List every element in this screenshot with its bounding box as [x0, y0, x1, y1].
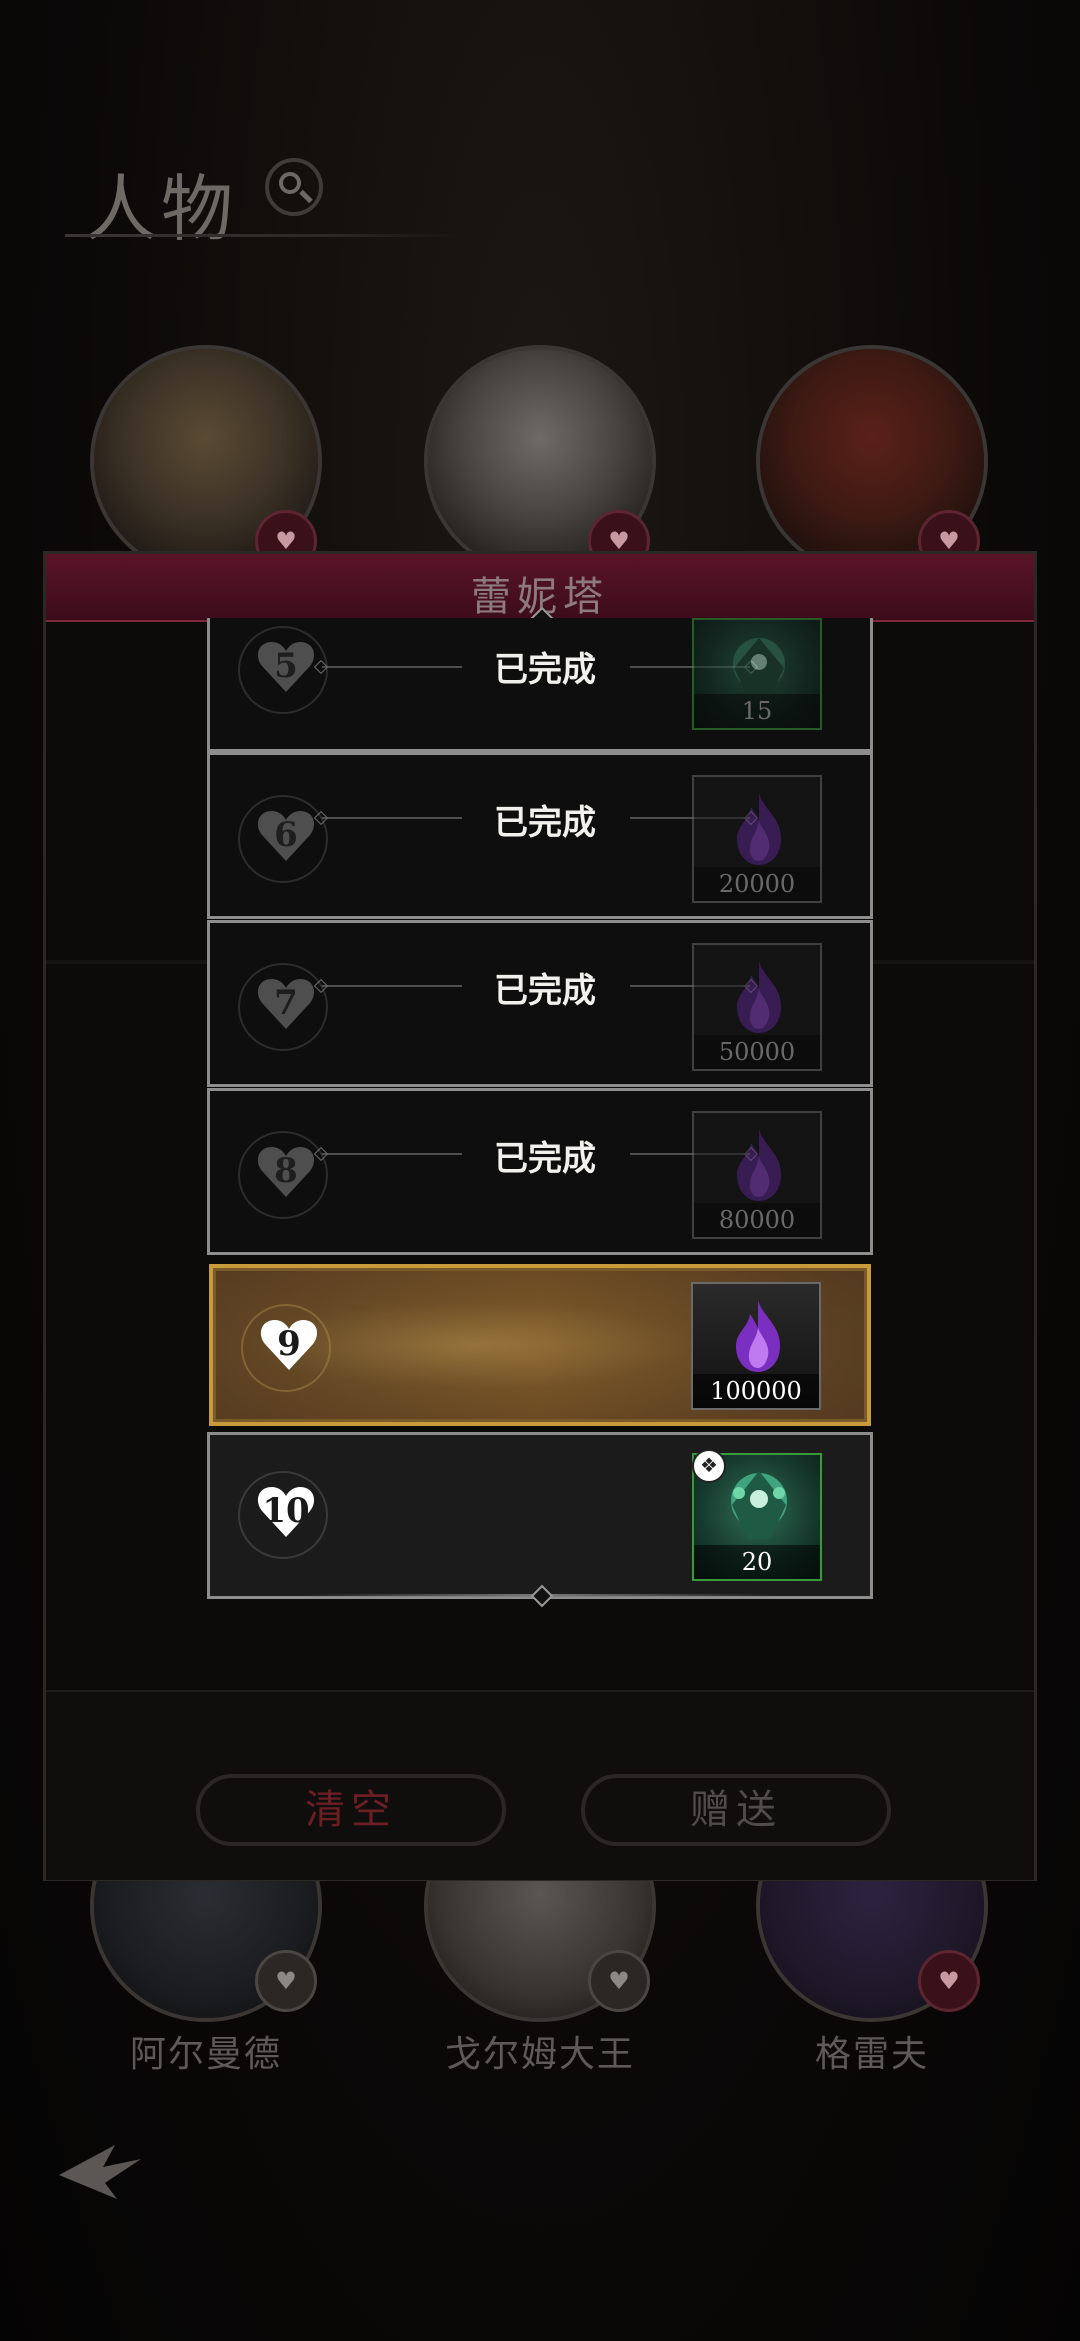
creature-icon: [714, 1463, 804, 1545]
level-number: 10: [262, 1491, 310, 1531]
affinity-badge: [255, 1950, 317, 2012]
back-arrow-icon[interactable]: [55, 2135, 145, 2205]
header-divider: [65, 234, 460, 237]
reward-quantity: 15: [694, 694, 820, 728]
level-emblem: 7: [230, 963, 338, 1051]
level-number: 7: [274, 983, 298, 1023]
page-header: 人物: [55, 140, 460, 251]
search-icon[interactable]: [265, 158, 323, 216]
reward-item[interactable]: 20000: [692, 775, 822, 903]
reward-item[interactable]: 15: [692, 618, 822, 730]
level-number: 6: [274, 815, 298, 855]
milestone-row-5[interactable]: 5 已完成 15: [207, 618, 873, 752]
milestone-row-7[interactable]: 7 已完成 50000: [207, 920, 873, 1087]
level-number: 5: [274, 646, 298, 686]
affinity-badge: [918, 1950, 980, 2012]
reward-quantity: 50000: [694, 1035, 820, 1069]
character-name: 戈尔姆大王: [444, 2034, 635, 2075]
reward-item[interactable]: 50000: [692, 943, 822, 1071]
level-emblem: 6: [230, 795, 338, 883]
character-name: 格雷夫: [814, 2034, 929, 2075]
connector-line: [322, 817, 462, 819]
reward-item[interactable]: 100000: [691, 1282, 821, 1410]
puzzle-tag-icon: ❖: [692, 1449, 726, 1483]
milestone-row-10[interactable]: 10 20 ❖: [207, 1432, 873, 1599]
status-text: 已完成: [494, 650, 596, 690]
status-text: 已完成: [494, 803, 596, 843]
milestone-row-9[interactable]: 9 100000: [209, 1264, 871, 1426]
connector-line: [322, 985, 462, 987]
connector-line: [322, 1153, 462, 1155]
character-name: 阿尔曼德: [129, 2034, 282, 2075]
gift-button[interactable]: 赠送: [581, 1774, 891, 1846]
level-number: 8: [274, 1151, 298, 1191]
soul-flame-icon: [729, 959, 789, 1035]
status-text: 已完成: [494, 1139, 596, 1179]
reward-item[interactable]: 80000: [692, 1111, 822, 1239]
level-emblem: 10: [230, 1471, 338, 1559]
level-emblem: 8: [230, 1131, 338, 1219]
soul-flame-icon: [728, 1298, 788, 1374]
reward-quantity: 80000: [694, 1203, 820, 1237]
reward-quantity: 20: [694, 1545, 820, 1579]
soul-flame-icon: [729, 1127, 789, 1203]
soul-flame-icon: [729, 791, 789, 867]
milestone-row-8[interactable]: 8 已完成 80000: [207, 1088, 873, 1255]
level-emblem: 9: [233, 1304, 341, 1392]
reward-quantity: 100000: [693, 1374, 819, 1408]
affinity-badge: [588, 1950, 650, 2012]
dialog-footer: 清空 赠送: [46, 1690, 1034, 1880]
milestone-row-6[interactable]: 6 已完成 20000: [207, 752, 873, 919]
status-text: 已完成: [494, 971, 596, 1011]
clear-button[interactable]: 清空: [196, 1774, 506, 1846]
affinity-milestone-list[interactable]: 5 已完成 15 6 已完成 20000 7 已完成 50000 8 已完成 8…: [207, 606, 873, 1608]
reward-quantity: 20000: [694, 867, 820, 901]
connector-line: [322, 666, 462, 668]
level-number: 9: [277, 1324, 301, 1364]
page-title: 人物: [85, 167, 238, 251]
